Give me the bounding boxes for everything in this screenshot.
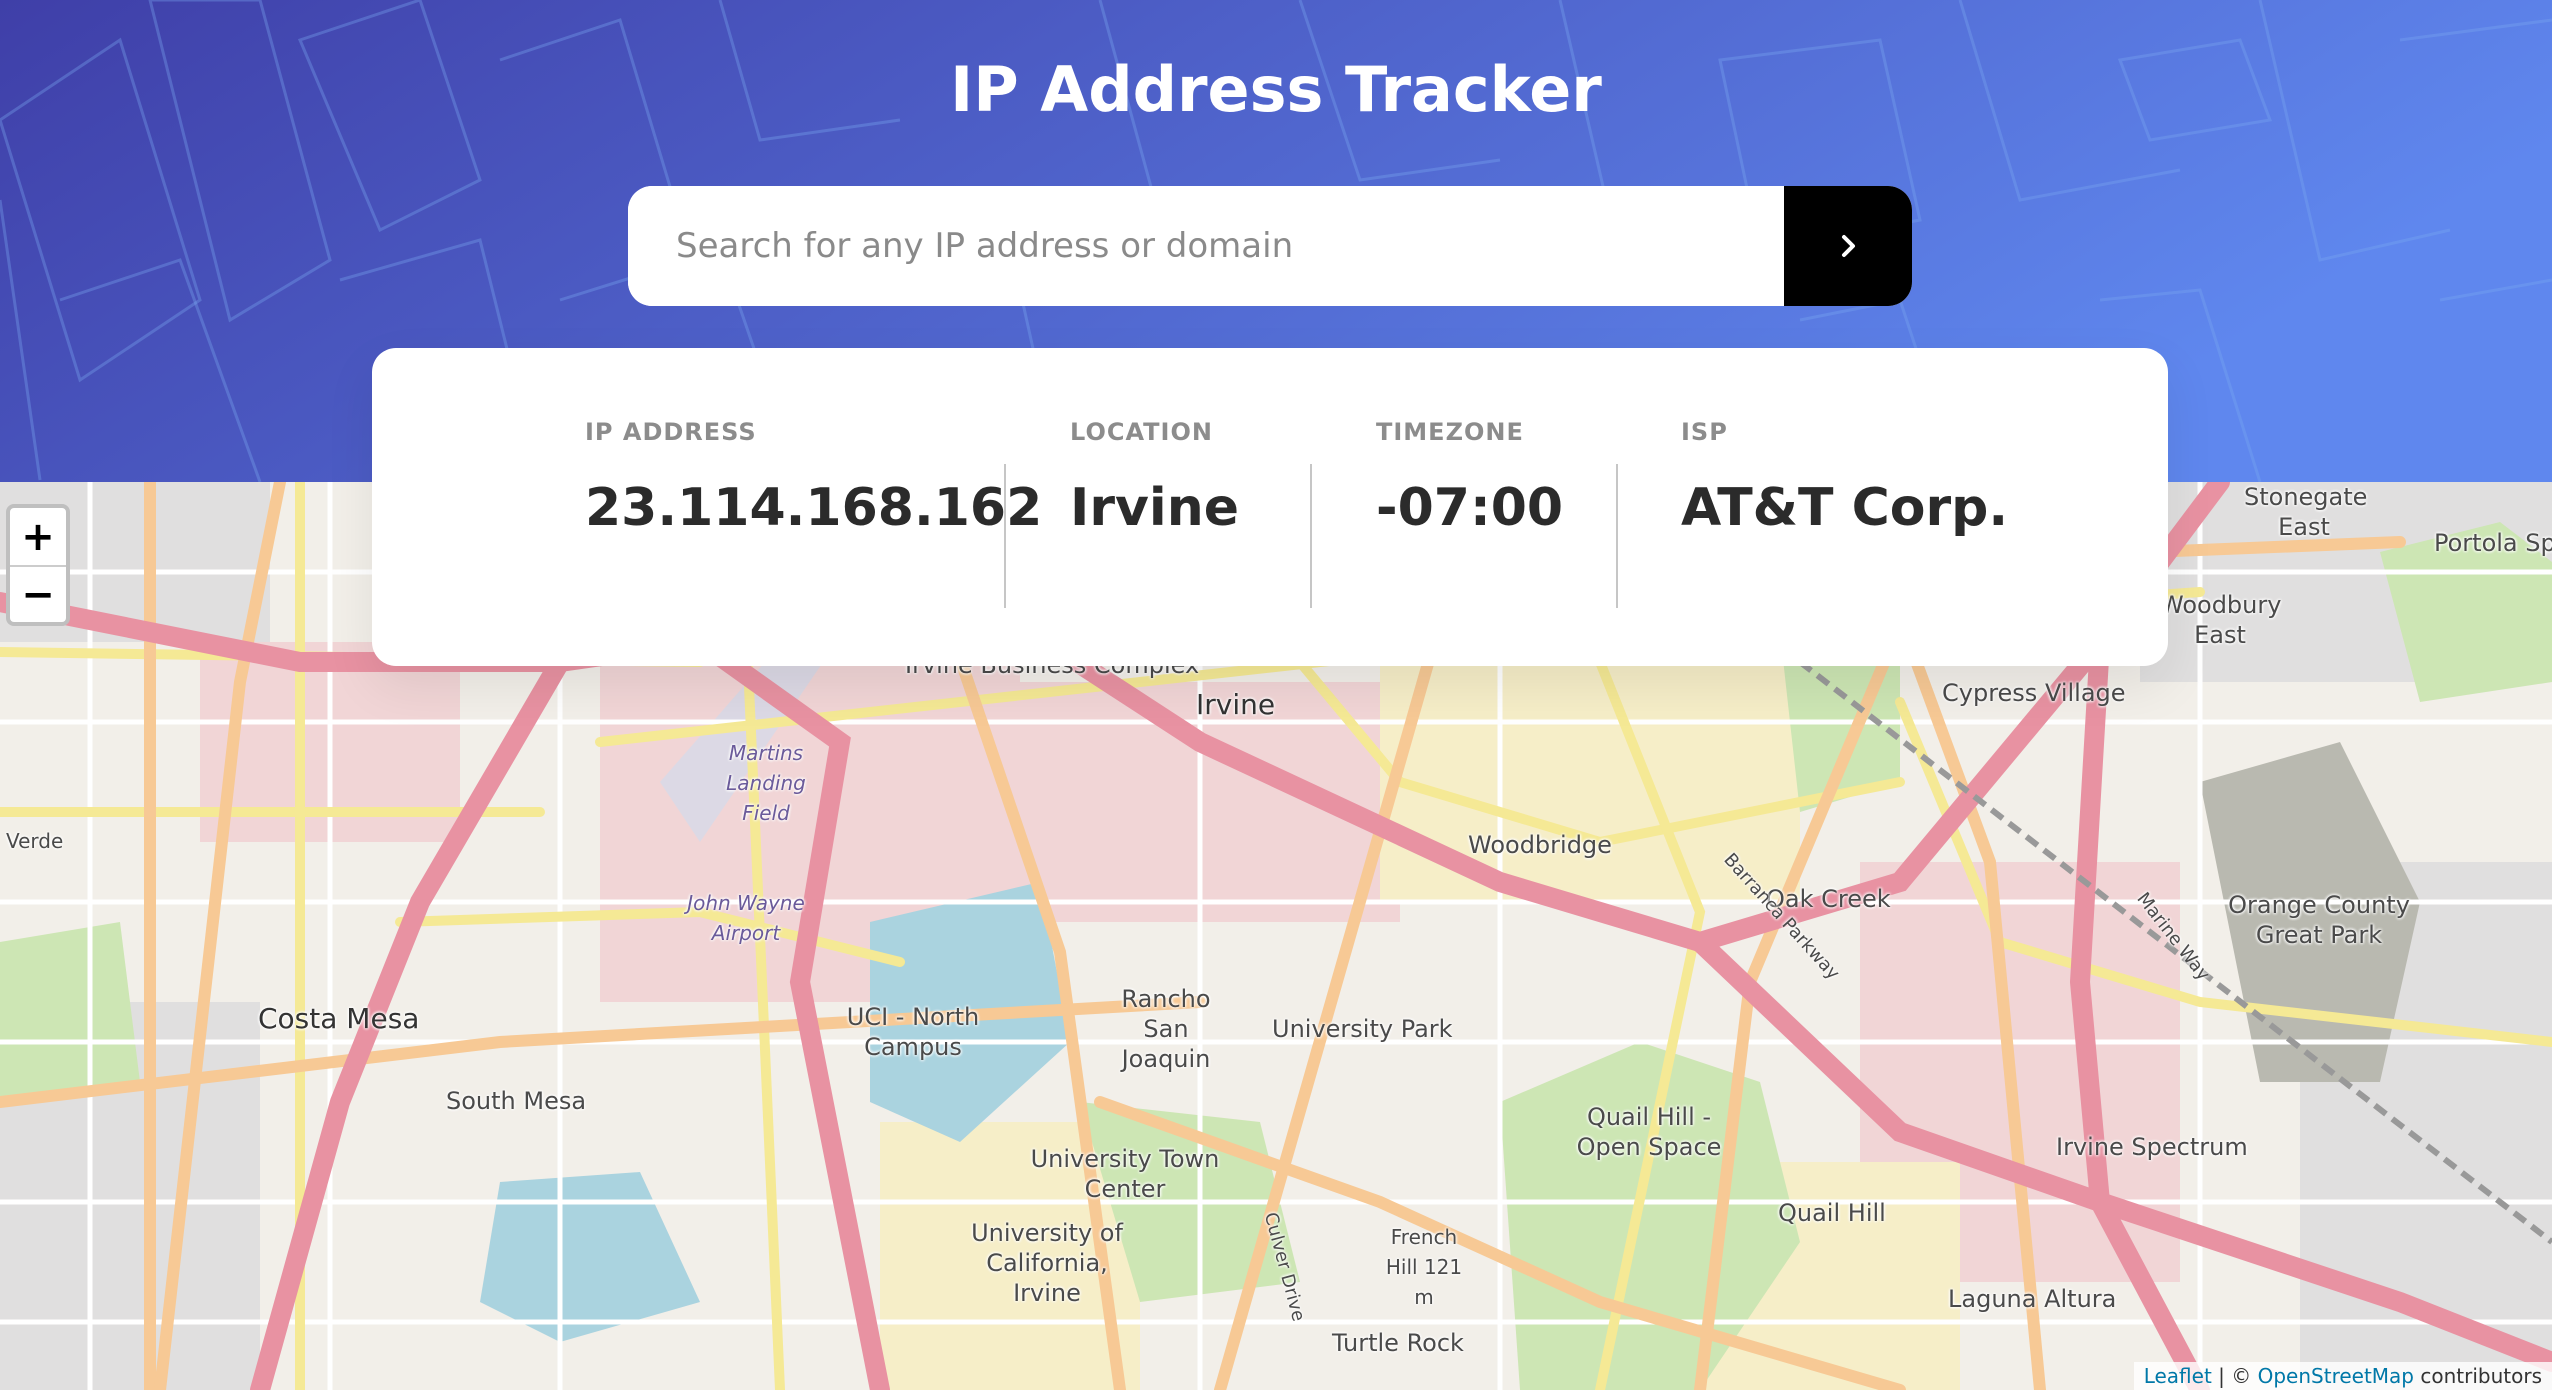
zoom-out-button[interactable]: −: [10, 565, 66, 622]
map-label-martins-landing-field: Martins Landing Field: [726, 741, 806, 825]
timezone-label: TIMEZONE: [1376, 418, 1524, 446]
location-value: Irvine: [1070, 478, 1239, 538]
ip-address-label: IP ADDRESS: [585, 418, 757, 446]
map-label-south-mesa: South Mesa: [446, 1087, 587, 1115]
zoom-in-button[interactable]: +: [10, 508, 66, 565]
map-label-laguna-altura: Laguna Altura: [1948, 1285, 2117, 1313]
divider: [1616, 464, 1618, 608]
map-label-woodbury-east: Woodbury East: [2160, 591, 2282, 649]
leaflet-link[interactable]: Leaflet: [2144, 1364, 2212, 1388]
map-label-french-hill: French Hill 121 m: [1385, 1225, 1463, 1309]
map-label-stonegate-east: Stonegate East: [2244, 483, 2368, 541]
search-input[interactable]: [628, 186, 1784, 306]
divider: [1310, 464, 1312, 608]
ip-address-value: 23.114.168.162: [585, 478, 1043, 538]
map-label-university-town-center: University Town Center: [1030, 1145, 1220, 1203]
map-label-woodbridge: Woodbridge: [1468, 831, 1612, 859]
divider: [1004, 464, 1006, 608]
page-title: IP Address Tracker: [950, 53, 1602, 126]
map-label-irvine-spectrum: Irvine Spectrum: [2056, 1133, 2248, 1161]
search-form: [628, 186, 1912, 306]
isp-value: AT&T Corp.: [1681, 478, 2009, 538]
timezone-value: -07:00: [1376, 478, 1564, 538]
map-label-orange-county-great-park: Orange County Great Park: [2228, 891, 2410, 949]
map-label-cypress-village: Cypress Village: [1942, 679, 2126, 707]
location-label: LOCATION: [1070, 418, 1213, 446]
attribution-separator: | ©: [2211, 1364, 2258, 1388]
map-label-uci-north-campus: UCI - North Campus: [846, 1003, 980, 1061]
map-label-quail-hill: Quail Hill: [1778, 1199, 1886, 1227]
map-label-portola: Portola Sp: [2434, 529, 2552, 557]
isp-label: ISP: [1681, 418, 1728, 446]
openstreetmap-link[interactable]: OpenStreetMap: [2258, 1364, 2414, 1388]
ip-info-card: IP ADDRESS 23.114.168.162 LOCATION Irvin…: [372, 348, 2168, 666]
map-label-costa-mesa: Costa Mesa: [258, 1002, 420, 1035]
attribution-suffix: contributors: [2414, 1364, 2542, 1388]
map-zoom-control: + −: [6, 504, 70, 626]
map-label-uc-irvine: University of California, Irvine: [971, 1219, 1123, 1307]
map-attribution: Leaflet | © OpenStreetMap contributors: [2133, 1362, 2552, 1390]
map-label-quail-hill-open-space: Quail Hill - Open Space: [1576, 1103, 1722, 1161]
map-label-verde: Verde: [6, 829, 64, 853]
map-label-turtle-rock: Turtle Rock: [1332, 1329, 1464, 1357]
chevron-right-icon: [1842, 235, 1855, 257]
search-submit-button[interactable]: [1784, 186, 1912, 306]
map-label-university-park: University Park: [1272, 1015, 1453, 1043]
map-label-irvine: Irvine: [1196, 688, 1276, 721]
map-label-john-wayne-airport: John Wayne Airport: [687, 891, 805, 945]
map-label-rancho-san-joaquin: Rancho San Joaquin: [1121, 985, 1211, 1073]
